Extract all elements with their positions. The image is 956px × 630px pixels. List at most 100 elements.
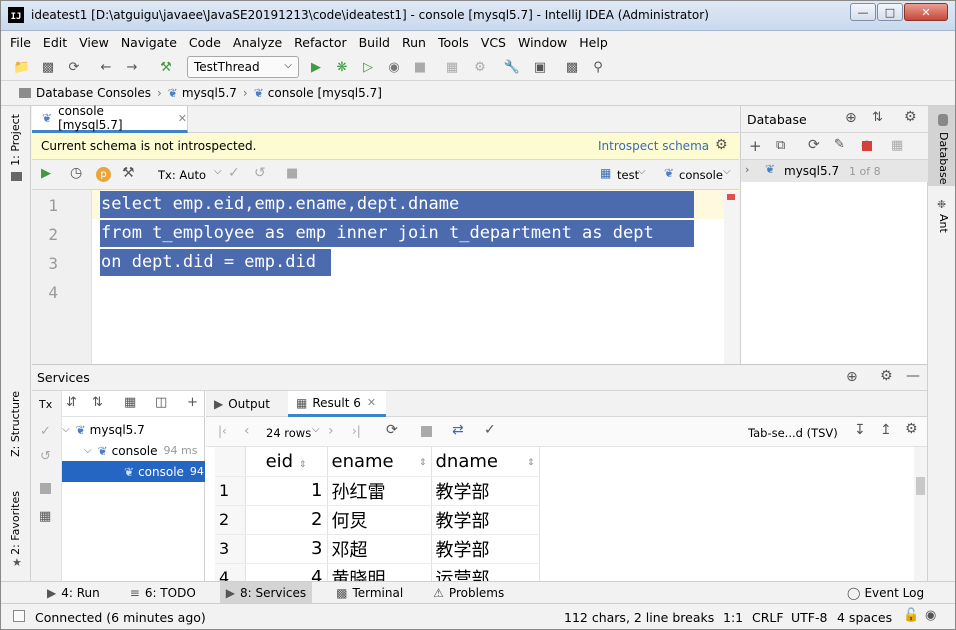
table-icon[interactable]: ▦ (891, 138, 903, 153)
introspect-schema-link[interactable]: Introspect schema (598, 139, 709, 153)
refresh-icon[interactable]: ⟳ (808, 137, 820, 153)
tool-window-database[interactable]: Database (937, 132, 950, 185)
add-service-icon[interactable]: + (187, 395, 198, 410)
attach-icon[interactable]: ▦ (443, 58, 461, 76)
datasource-row[interactable]: › ❦ mysql5.7 1 of 8 (741, 160, 928, 182)
session-select[interactable]: console (679, 168, 723, 182)
tool-window-ant[interactable]: Ant (937, 214, 950, 233)
first-page-icon[interactable]: |‹ (218, 424, 227, 438)
tool-window-favorites[interactable]: 2: Favorites (9, 491, 22, 555)
menu-file[interactable]: File (10, 35, 31, 50)
menu-code[interactable]: Code (189, 35, 221, 50)
event-log-button[interactable]: ◯ Event Log (847, 586, 924, 600)
tx-icon[interactable]: Tx (39, 398, 52, 411)
cell-ename[interactable]: 何炅 (327, 505, 432, 535)
tab-terminal[interactable]: ▩ Terminal (330, 582, 409, 604)
status-toggle-icon[interactable] (13, 610, 25, 622)
commit-check-icon[interactable]: ✓ (228, 165, 240, 181)
cell-eid[interactable]: 2 (245, 505, 328, 535)
close-tab-icon[interactable]: ✕ (178, 112, 187, 125)
maximize-button[interactable]: □ (877, 3, 903, 21)
pin-tab-icon[interactable]: ✓ (484, 422, 496, 438)
filter-icon[interactable]: ◫ (155, 395, 167, 410)
group-by-icon[interactable]: ▦ (124, 395, 136, 410)
export-format-select[interactable]: Tab-se...d (TSV) (748, 426, 838, 440)
sort-icon[interactable]: ⇕ (419, 458, 427, 468)
run-config-select[interactable]: TestThread ⌵ (187, 56, 299, 78)
run-coverage-icon[interactable]: ▷ (359, 58, 377, 76)
table-row[interactable]: 3 3 邓超 教学部 (215, 534, 540, 564)
tab-services[interactable]: ▶ 8: Services (219, 581, 313, 604)
export-download-icon[interactable]: ↧ (854, 422, 866, 438)
code-line[interactable]: on dept.did = emp.did (100, 249, 331, 276)
menu-run[interactable]: Run (402, 35, 426, 50)
tx-mode-select[interactable]: Tx: Auto (158, 168, 206, 182)
cell-ename[interactable]: 邓超 (327, 534, 432, 564)
stop-icon[interactable] (862, 141, 872, 151)
rollback-undo-icon[interactable]: ↺ (254, 165, 266, 181)
debug-bug-icon[interactable]: ❋ (333, 58, 351, 76)
menu-build[interactable]: Build (359, 35, 390, 50)
stop-icon[interactable] (40, 483, 51, 494)
back-arrow-icon[interactable]: ← (97, 58, 115, 76)
close-tab-icon[interactable]: ✕ (367, 396, 376, 409)
code-line[interactable]: select emp.eid,emp.ename,dept.dname (100, 191, 694, 218)
build-hammer-icon[interactable]: ⚒ (157, 58, 175, 76)
tab-output[interactable]: ▶ Output (214, 391, 270, 417)
tool-window-project[interactable]: 1: Project (9, 114, 22, 166)
banner-settings-gear-icon[interactable]: ⚙ (715, 137, 728, 153)
globe-settings-icon[interactable]: ⊕ (846, 369, 858, 385)
cancel-stop-icon[interactable]: ■ (286, 166, 298, 181)
chevron-right-icon[interactable]: › (745, 163, 749, 176)
compare-arrows-icon[interactable]: ⇄ (452, 422, 464, 438)
copy-icon[interactable]: ⧉ (776, 138, 785, 153)
layout-icon[interactable]: ▦ (39, 509, 51, 524)
tab-run[interactable]: ▶ 4: Run (41, 582, 106, 604)
chevron-down-icon[interactable]: ⌵ (62, 424, 70, 435)
gear-icon[interactable]: ⚙ (904, 109, 917, 125)
stop-icon[interactable]: ■ (411, 58, 429, 76)
line-separator[interactable]: CRLF (752, 610, 784, 625)
caret-position[interactable]: 1:1 (723, 610, 743, 625)
code-line[interactable]: from t_employee as emp inner join t_depa… (100, 220, 694, 247)
tab-result[interactable]: ▦ Result 6 ✕ (288, 391, 386, 417)
cell-eid[interactable]: 1 (245, 476, 328, 506)
next-page-icon[interactable]: › (328, 423, 334, 439)
profile-icon[interactable]: ◉ (385, 58, 403, 76)
collapse-all-icon[interactable]: ⇅ (92, 395, 103, 410)
tab-problems[interactable]: ⚠ Problems (427, 582, 510, 604)
ant-build-icon[interactable]: ⚙ (471, 58, 489, 76)
breadcrumb-console[interactable]: console [mysql5.7] (268, 86, 382, 100)
open-folder-icon[interactable]: 📁 (13, 58, 31, 76)
tool-window-structure[interactable]: Z: Structure (9, 391, 22, 457)
lock-icon[interactable]: 🔓 (903, 608, 919, 623)
inspector-icon[interactable]: ◉ (925, 608, 936, 623)
chevron-down-icon[interactable]: ⌵ (84, 445, 92, 456)
close-window-button[interactable]: ✕ (904, 3, 948, 21)
globe-settings-icon[interactable]: ⊕ (845, 110, 857, 126)
schema-select[interactable]: test (617, 168, 639, 182)
stop-icon[interactable] (421, 426, 432, 437)
breadcrumb-database-consoles[interactable]: Database Consoles (36, 86, 151, 100)
gear-icon[interactable]: ⚙ (905, 421, 918, 437)
hide-minimize-icon[interactable]: — (906, 368, 920, 384)
project-structure-icon[interactable]: ▣ (531, 58, 549, 76)
cell-dname[interactable]: 教学部 (431, 505, 540, 535)
search-icon[interactable]: ⚲ (589, 58, 607, 76)
cell-dname[interactable]: 教学部 (431, 476, 540, 506)
menu-refactor[interactable]: Refactor (294, 35, 346, 50)
sync-icon[interactable]: ⟳ (65, 58, 83, 76)
results-scrollbar[interactable] (914, 447, 927, 582)
commit-check-icon[interactable]: ✓ (40, 424, 51, 439)
column-header[interactable]: ename ⇕ (327, 447, 432, 477)
file-encoding[interactable]: UTF-8 (791, 610, 827, 625)
menu-help[interactable]: Help (579, 35, 608, 50)
cell-eid[interactable]: 3 (245, 534, 328, 564)
menu-vcs[interactable]: VCS (481, 35, 506, 50)
settings-wrench-icon[interactable]: 🔧 (503, 58, 521, 76)
column-header[interactable]: eid ⇕ (245, 447, 328, 477)
gear-icon[interactable]: ⚙ (880, 368, 893, 384)
execute-run-icon[interactable]: ▶ (41, 166, 51, 181)
cell-ename[interactable]: 孙红雷 (327, 476, 432, 506)
import-upload-icon[interactable]: ↥ (880, 422, 892, 438)
